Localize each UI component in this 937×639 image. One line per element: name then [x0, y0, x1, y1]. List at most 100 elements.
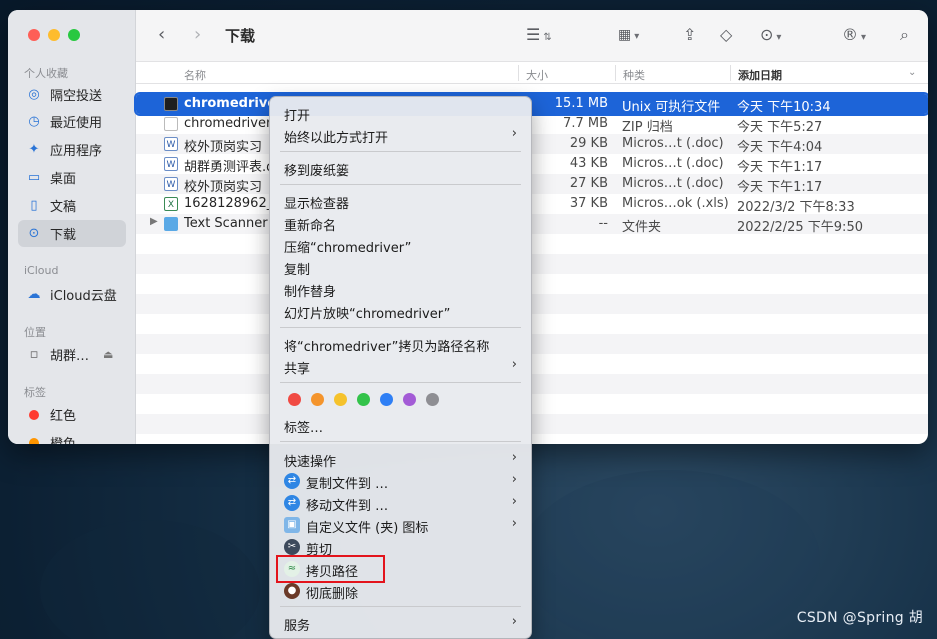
tag-blue-icon[interactable]	[380, 393, 393, 406]
column-name[interactable]: 名称	[184, 67, 206, 83]
chevron-right-icon: ›	[511, 357, 517, 372]
empty-row	[136, 414, 928, 434]
list-view-icon[interactable]: ☰ ⇅	[526, 25, 552, 48]
table-row[interactable]: ▶ Text Scanner -- 文件夹 2022/2/25 下午9:50	[136, 214, 928, 235]
sidebar-item-label: 红色	[50, 409, 77, 424]
tag-orange-icon[interactable]	[311, 393, 324, 406]
table-row[interactable]: X 1628128962_ 37 KB Micros…ok (.xls) 202…	[136, 194, 928, 215]
menu-item-delete-permanently[interactable]: ● 彻底删除	[270, 580, 531, 602]
menu-item-services[interactable]: 服务 ›	[270, 612, 531, 634]
menu-item-tags[interactable]: 标签…	[270, 414, 531, 436]
menu-item-slideshow[interactable]: 幻灯片放映“chromedriver”	[270, 300, 531, 322]
window-controls	[28, 29, 80, 41]
file-name: 胡群勇测评表.d	[184, 160, 269, 175]
sidebar: 个人收藏 ◎ 隔空投送 ◷ 最近使用 ✦ 应用程序 ▭ 桌面 ▯ 文稿 ⊙ 下载 iClou…	[8, 10, 136, 444]
menu-item-label: 共享	[284, 362, 311, 377]
column-kind[interactable]: 种类	[623, 67, 645, 83]
column-divider[interactable]	[518, 65, 519, 81]
sidebar-item-label: 最近使用	[50, 116, 103, 131]
clock-icon: ◷	[28, 114, 40, 129]
tag-gray-icon[interactable]	[426, 393, 439, 406]
applications-icon: ✦	[28, 142, 40, 157]
menu-item-copy-files-to[interactable]: ⇄ 复制文件到 … ›	[270, 470, 531, 492]
zoom-button[interactable]	[68, 29, 80, 41]
airdrop-icon: ◎	[28, 87, 40, 102]
share-icon[interactable]: ⇪	[683, 25, 696, 45]
tag-green-icon[interactable]	[357, 393, 370, 406]
sidebar-item-downloads[interactable]: ⊙ 下载	[18, 220, 126, 247]
menu-item-label: 复制文件到 …	[306, 477, 389, 492]
menu-separator	[280, 184, 521, 185]
table-row[interactable]: chromedriver_ 7.7 MB ZIP 归档 今天 下午5:27	[136, 114, 928, 135]
menu-item-label: 打开	[284, 109, 311, 124]
column-divider[interactable]	[730, 65, 731, 81]
document-icon: ▯	[30, 198, 38, 213]
menu-item-move-to-trash[interactable]: 移到废纸篓	[270, 157, 531, 179]
search-icon[interactable]: ⌕	[900, 25, 909, 45]
file-kind: ZIP 归档	[622, 120, 673, 135]
sidebar-item-tag-orange[interactable]: 橙色	[18, 429, 126, 444]
sidebar-item-recents[interactable]: ◷ 最近使用	[18, 108, 126, 135]
menu-item-duplicate[interactable]: 复制	[270, 256, 531, 278]
menu-item-quick-actions[interactable]: 快速操作 ›	[270, 448, 531, 470]
sidebar-item-icloud-drive[interactable]: ☁ iCloud云盘	[18, 281, 126, 308]
sidebar-item-disk[interactable]: ▫ 胡群… ⏏	[18, 341, 126, 368]
menu-item-make-alias[interactable]: 制作替身	[270, 278, 531, 300]
forward-icon[interactable]: ›	[194, 25, 201, 45]
menu-item-label: 显示检查器	[284, 197, 350, 212]
menu-separator	[280, 151, 521, 152]
sidebar-item-documents[interactable]: ▯ 文稿	[18, 192, 126, 219]
minimize-button[interactable]	[48, 29, 60, 41]
menu-item-open-with[interactable]: 始终以此方式打开 ›	[270, 124, 531, 146]
download-icon: ⊙	[28, 226, 40, 241]
chevron-right-icon: ›	[511, 126, 517, 141]
menu-separator	[280, 382, 521, 383]
tag-yellow-icon[interactable]	[334, 393, 347, 406]
close-button[interactable]	[28, 29, 40, 41]
chevron-right-icon: ›	[511, 450, 517, 465]
word-doc-icon: W	[164, 177, 178, 191]
empty-row	[136, 234, 928, 254]
menu-item-label: 复制	[284, 263, 311, 278]
menu-item-get-info[interactable]: 显示检查器	[270, 190, 531, 212]
table-row[interactable]: W 校外顶岗实习 27 KB Micros…t (.doc) 今天 下午1:17	[136, 174, 928, 195]
menu-item-label: 快速操作	[284, 455, 337, 470]
sidebar-item-label: iCloud云盘	[50, 289, 117, 304]
menu-item-move-files-to[interactable]: ⇄ 移动文件到 … ›	[270, 492, 531, 514]
back-icon[interactable]: ‹	[158, 25, 165, 45]
more-actions-icon[interactable]: ⊙ ▾	[760, 25, 781, 48]
sidebar-item-tag-red[interactable]: 红色	[18, 401, 126, 428]
column-size[interactable]: 大小	[526, 67, 548, 83]
menu-item-compress[interactable]: 压缩“chromedriver”	[270, 234, 531, 256]
tag-purple-icon[interactable]	[403, 393, 416, 406]
sidebar-item-label: 隔空投送	[50, 89, 103, 104]
sidebar-item-airdrop[interactable]: ◎ 隔空投送	[18, 81, 126, 108]
file-list: chromedriver 15.1 MB Unix 可执行文件 今天 下午10:…	[134, 92, 928, 434]
sidebar-item-desktop[interactable]: ▭ 桌面	[18, 164, 126, 191]
sidebar-item-label: 文稿	[50, 200, 77, 215]
tag-red-icon[interactable]	[288, 393, 301, 406]
menu-item-copy-path-as[interactable]: 将“chromedriver”拷贝为路径名称	[270, 333, 531, 355]
disclosure-triangle-icon[interactable]: ▶	[150, 216, 158, 227]
menu-separator	[280, 606, 521, 607]
menu-item-rename[interactable]: 重新命名	[270, 212, 531, 234]
menu-item-custom-icon[interactable]: ▣ 自定义文件 (夹) 图标 ›	[270, 514, 531, 536]
table-row[interactable]: chromedriver 15.1 MB Unix 可执行文件 今天 下午10:…	[134, 92, 928, 116]
registered-extension-icon[interactable]: ® ▾	[842, 25, 866, 48]
sidebar-item-applications[interactable]: ✦ 应用程序	[18, 136, 126, 163]
tag-icon[interactable]: ◇	[720, 25, 732, 45]
sort-chevron-icon: ⌄	[908, 67, 917, 78]
table-row[interactable]: W 校外顶岗实习 29 KB Micros…t (.doc) 今天 下午4:04	[136, 134, 928, 155]
sidebar-item-label: 桌面	[50, 172, 77, 187]
menu-item-share[interactable]: 共享 ›	[270, 355, 531, 377]
eject-icon[interactable]: ⏏	[103, 348, 113, 361]
menu-item-open[interactable]: 打开	[270, 102, 531, 124]
table-row[interactable]: W 胡群勇测评表.d 43 KB Micros…t (.doc) 今天 下午1:…	[136, 154, 928, 175]
group-icon[interactable]: ▦ ▾	[618, 25, 639, 47]
sidebar-item-label: 应用程序	[50, 144, 103, 159]
menu-separator	[280, 327, 521, 328]
file-kind: Micros…t (.doc)	[622, 176, 724, 191]
chevron-right-icon: ›	[511, 614, 517, 629]
column-divider[interactable]	[615, 65, 616, 81]
column-date-added[interactable]: 添加日期	[738, 67, 782, 83]
